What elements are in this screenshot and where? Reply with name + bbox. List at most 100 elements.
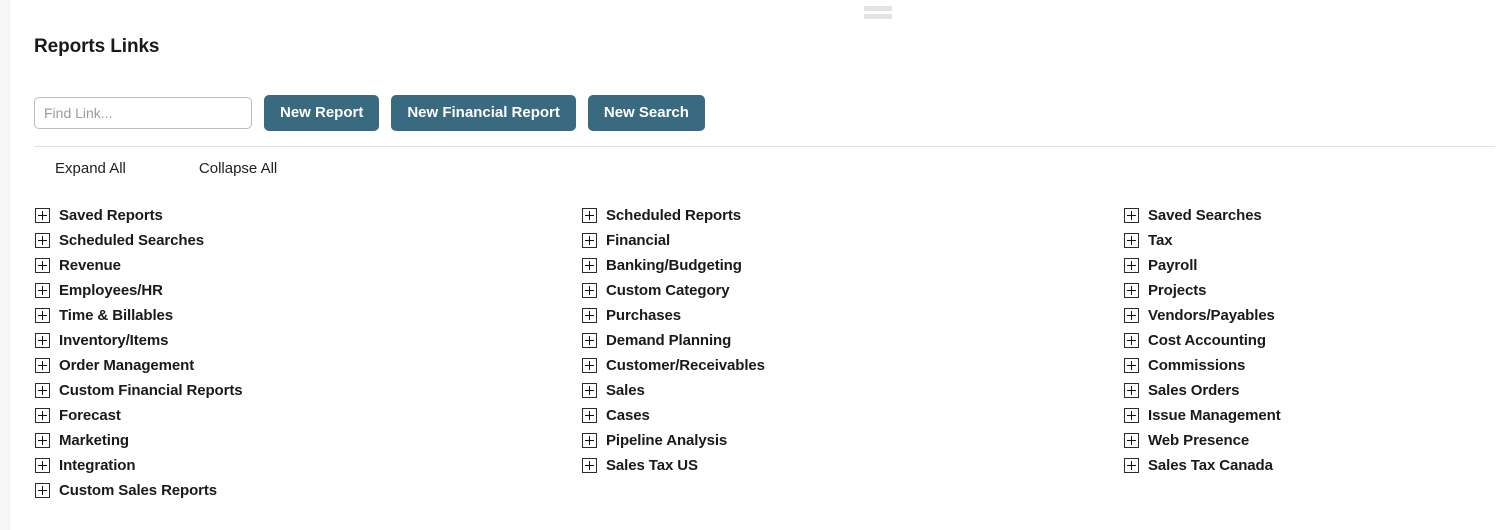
plus-box-icon[interactable] [582, 458, 597, 473]
plus-box-icon[interactable] [582, 208, 597, 223]
new-report-button[interactable]: New Report [264, 95, 380, 131]
reports-column-3: Saved Searches Tax Payroll Projects Vendors/… [1124, 203, 1504, 503]
plus-box-icon[interactable] [582, 408, 597, 423]
tree-item-label: Inventory/Items [59, 332, 169, 349]
toolbar: New Report New Financial Report New Sear… [34, 95, 705, 131]
tree-item[interactable]: Tax [1124, 228, 1504, 253]
tree-item[interactable]: Time & Billables [35, 303, 567, 328]
tree-item-label: Vendors/Payables [1148, 307, 1275, 324]
plus-box-icon[interactable] [1124, 408, 1139, 423]
tree-item[interactable]: Inventory/Items [35, 328, 567, 353]
plus-box-icon[interactable] [1124, 283, 1139, 298]
tree-item[interactable]: Cost Accounting [1124, 328, 1504, 353]
plus-box-icon[interactable] [35, 433, 50, 448]
tree-item-label: Cost Accounting [1148, 332, 1266, 349]
plus-box-icon[interactable] [35, 458, 50, 473]
plus-box-icon[interactable] [582, 258, 597, 273]
plus-box-icon[interactable] [35, 208, 50, 223]
find-link-input[interactable] [34, 97, 252, 129]
tree-item[interactable]: Pipeline Analysis [582, 428, 1124, 453]
tree-item[interactable]: Revenue [35, 253, 567, 278]
plus-box-icon[interactable] [582, 283, 597, 298]
tree-item-label: Projects [1148, 282, 1207, 299]
plus-box-icon[interactable] [1124, 208, 1139, 223]
tree-item[interactable]: Forecast [35, 403, 567, 428]
reports-links-panel: Reports Links New Report New Financial R… [10, 0, 1511, 530]
plus-box-icon[interactable] [1124, 333, 1139, 348]
tree-item[interactable]: Cases [582, 403, 1124, 428]
tree-item[interactable]: Payroll [1124, 253, 1504, 278]
plus-box-icon[interactable] [1124, 383, 1139, 398]
tree-item[interactable]: Commissions [1124, 353, 1504, 378]
plus-box-icon[interactable] [1124, 308, 1139, 323]
tree-item[interactable]: Demand Planning [582, 328, 1124, 353]
new-financial-report-button[interactable]: New Financial Report [391, 95, 576, 131]
tree-item-label: Sales Orders [1148, 382, 1240, 399]
plus-box-icon[interactable] [1124, 433, 1139, 448]
plus-box-icon[interactable] [582, 383, 597, 398]
plus-box-icon[interactable] [1124, 458, 1139, 473]
tree-item[interactable]: Sales [582, 378, 1124, 403]
tree-item-label: Cases [606, 407, 650, 424]
plus-box-icon[interactable] [35, 233, 50, 248]
plus-box-icon[interactable] [1124, 233, 1139, 248]
tree-item-label: Web Presence [1148, 432, 1250, 449]
reports-links-screen: Reports Links New Report New Financial R… [0, 0, 1511, 530]
plus-box-icon[interactable] [582, 308, 597, 323]
plus-box-icon[interactable] [35, 333, 50, 348]
tree-item[interactable]: Custom Category [582, 278, 1124, 303]
tree-item[interactable]: Sales Orders [1124, 378, 1504, 403]
tree-item-label: Marketing [59, 432, 129, 449]
tree-item-label: Revenue [59, 257, 121, 274]
tree-item[interactable]: Customer/Receivables [582, 353, 1124, 378]
plus-box-icon[interactable] [582, 233, 597, 248]
tree-item-label: Scheduled Searches [59, 232, 204, 249]
plus-box-icon[interactable] [582, 433, 597, 448]
plus-box-icon[interactable] [35, 483, 50, 498]
tree-item[interactable]: Issue Management [1124, 403, 1504, 428]
plus-box-icon[interactable] [35, 408, 50, 423]
tree-item-label: Issue Management [1148, 407, 1281, 424]
tree-item[interactable]: Projects [1124, 278, 1504, 303]
tree-item[interactable]: Order Management [35, 353, 567, 378]
tree-item[interactable]: Custom Financial Reports [35, 378, 567, 403]
tree-item[interactable]: Financial [582, 228, 1124, 253]
tree-item-label: Tax [1148, 232, 1173, 249]
tree-item[interactable]: Saved Reports [35, 203, 567, 228]
tree-item[interactable]: Purchases [582, 303, 1124, 328]
tree-item-label: Saved Searches [1148, 207, 1262, 224]
plus-box-icon[interactable] [1124, 358, 1139, 373]
tree-controls: Expand All Collapse All [34, 160, 277, 177]
tree-item[interactable]: Employees/HR [35, 278, 567, 303]
tree-item-label: Saved Reports [59, 207, 163, 224]
new-search-button[interactable]: New Search [587, 95, 705, 131]
tree-item[interactable]: Vendors/Payables [1124, 303, 1504, 328]
plus-box-icon[interactable] [35, 308, 50, 323]
tree-item[interactable]: Integration [35, 453, 567, 478]
tree-item-label: Custom Category [606, 282, 730, 299]
tree-item-label: Sales Tax US [606, 457, 698, 474]
plus-box-icon[interactable] [35, 358, 50, 373]
plus-box-icon[interactable] [1124, 258, 1139, 273]
tree-item[interactable]: Custom Sales Reports [35, 478, 567, 503]
plus-box-icon[interactable] [35, 383, 50, 398]
tree-item[interactable]: Sales Tax US [582, 453, 1124, 478]
tree-item[interactable]: Marketing [35, 428, 567, 453]
collapse-all-link[interactable]: Collapse All [199, 160, 277, 177]
tree-item[interactable]: Saved Searches [1124, 203, 1504, 228]
tree-item[interactable]: Web Presence [1124, 428, 1504, 453]
tree-item[interactable]: Sales Tax Canada [1124, 453, 1504, 478]
plus-box-icon[interactable] [35, 258, 50, 273]
tree-item-label: Commissions [1148, 357, 1246, 374]
toolbar-divider [34, 146, 1495, 147]
plus-box-icon[interactable] [582, 333, 597, 348]
plus-box-icon[interactable] [582, 358, 597, 373]
tree-item-label: Purchases [606, 307, 681, 324]
plus-box-icon[interactable] [35, 283, 50, 298]
tree-item[interactable]: Banking/Budgeting [582, 253, 1124, 278]
tree-item[interactable]: Scheduled Searches [35, 228, 567, 253]
expand-all-link[interactable]: Expand All [55, 160, 126, 177]
tree-item[interactable]: Scheduled Reports [582, 203, 1124, 228]
reports-column-1: Saved Reports Scheduled Searches Revenue Em… [10, 203, 567, 503]
tree-item-label: Banking/Budgeting [606, 257, 742, 274]
